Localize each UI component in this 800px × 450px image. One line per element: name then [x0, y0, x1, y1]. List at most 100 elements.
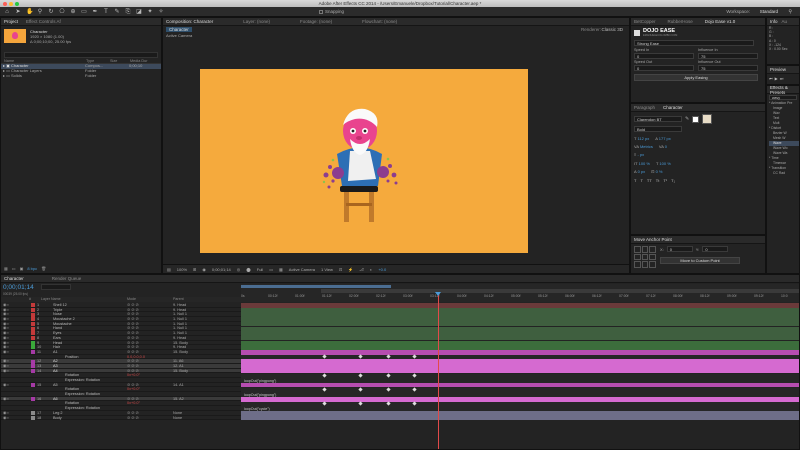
tsume-value[interactable]: 0 % [656, 169, 663, 174]
visibility-switches[interactable]: ◉ ▪ [1, 397, 29, 401]
visibility-switches[interactable]: ◉ ▪ [1, 303, 29, 307]
layer-switches[interactable]: ⊘ ⊘ ⊘ [127, 308, 173, 312]
label-color-swatch[interactable] [31, 312, 35, 317]
layer-name[interactable]: Head [45, 341, 127, 345]
layer-duration-bar[interactable] [241, 415, 799, 421]
faux-bold-button[interactable]: T [634, 178, 636, 183]
layer-switches[interactable]: ⊘ ⊘ ⊘ [127, 303, 173, 307]
influence-out-input[interactable]: 75 [698, 65, 758, 71]
property-value[interactable]: 0x+0.0° [127, 373, 173, 377]
layer-name[interactable]: Eyes [45, 331, 127, 335]
property-value[interactable]: 0x+0.0° [127, 401, 173, 405]
region-icon[interactable]: ▭ [269, 267, 273, 272]
magnification-select[interactable]: 100% [177, 267, 187, 272]
property-value[interactable]: 0x+0.0° [127, 387, 173, 391]
label-color-swatch[interactable] [31, 307, 35, 312]
layer-name[interactable]: Hair [45, 345, 127, 349]
influence-in-input[interactable]: 75 [698, 53, 758, 59]
horizontal-scale-value[interactable]: 100 % [659, 161, 670, 166]
resolution-select[interactable]: Full [257, 267, 263, 272]
layer-name[interactable]: A5 [45, 383, 127, 387]
label-color-swatch[interactable] [31, 382, 35, 387]
play-icon[interactable]: ▶ [775, 76, 778, 81]
visibility-switches[interactable] [1, 378, 29, 382]
zoom-tool-icon[interactable]: ⚲ [37, 9, 43, 15]
layer-switches[interactable]: ⊘ ⊘ ⊘ [127, 359, 173, 363]
label-color-swatch[interactable] [31, 303, 35, 308]
anchor-x-input[interactable]: 0 [666, 246, 693, 252]
tab-timeline-character[interactable]: Character [4, 276, 24, 281]
label-color-swatch[interactable] [31, 364, 35, 369]
tab-character[interactable]: Character [663, 105, 683, 110]
visibility-switches[interactable]: ◉ ▪ [1, 411, 29, 415]
tab-flowchart[interactable]: Flowchart: (none) [362, 19, 397, 24]
time-ruler[interactable]: 0s 00:12f 01:00f 01:12f 02:00f 02:12f 03:00f 03… [241, 284, 799, 302]
visibility-switches[interactable]: ◉ ▪ [1, 341, 29, 345]
comp-canvas[interactable] [200, 69, 528, 253]
tab-audio[interactable]: Au [782, 19, 788, 24]
interpret-footage-icon[interactable]: ▦ [4, 266, 8, 271]
speed-in-input[interactable]: 0 [634, 53, 694, 59]
visibility-switches[interactable]: ◉ ▪ [1, 369, 29, 373]
label-color-swatch[interactable] [31, 359, 35, 364]
superscript-button[interactable]: T¹ [663, 178, 667, 183]
layer-name[interactable]: Leg 2 [45, 411, 127, 415]
pen-tool-icon[interactable]: ✒ [92, 9, 98, 15]
grid-icon[interactable]: ⊞ [193, 267, 196, 272]
font-family-select[interactable]: Clarendon BT [634, 116, 682, 122]
trash-icon[interactable]: 🗑 [41, 266, 46, 271]
label-color-swatch[interactable] [31, 397, 35, 402]
ease-preset-select[interactable]: Strong Ease [634, 40, 754, 46]
anchor-grid[interactable] [634, 246, 656, 268]
layer-name[interactable]: Hand [45, 326, 127, 330]
label-color-swatch[interactable] [31, 340, 35, 345]
parent-select[interactable]: 1. Null 1 [173, 312, 187, 316]
fast-preview-icon[interactable]: ⚡ [348, 267, 353, 272]
visibility-switches[interactable]: ◉ ▪ [1, 336, 29, 340]
camera-tool-icon[interactable]: ⎔ [59, 9, 65, 15]
zoom-window-button[interactable] [15, 1, 19, 6]
visibility-switches[interactable]: ◉ ▪ [1, 416, 29, 420]
layer-name[interactable]: A6 [45, 397, 127, 401]
layer-switches[interactable]: ⊘ ⊘ ⊘ [127, 331, 173, 335]
minimize-window-button[interactable] [9, 1, 13, 6]
exposure-value[interactable]: +0.0 [378, 267, 386, 272]
last-frame-icon[interactable]: ⏭ [780, 76, 784, 81]
flowchart-icon[interactable]: ⎇ [359, 267, 364, 272]
vertical-scale-value[interactable]: 100 % [639, 161, 650, 166]
work-area-bar[interactable] [241, 285, 391, 288]
layer-name[interactable]: A1 [45, 350, 127, 354]
brush-tool-icon[interactable]: ✎ [114, 9, 120, 15]
stroke-width-value[interactable]: - px [637, 152, 644, 157]
comp-breadcrumb[interactable]: Character [166, 27, 192, 32]
layer-switches[interactable]: ⊘ ⊘ ⊘ [127, 322, 173, 326]
label-color-swatch[interactable] [31, 411, 35, 416]
track-area[interactable]: loopOut("pingpong") loopOut("pingpong") lo… [241, 303, 799, 449]
transparency-grid-icon[interactable]: ▦ [279, 267, 283, 272]
snapping-toggle[interactable]: Snapping [319, 9, 344, 14]
layer-name[interactable]: Shell 12 [45, 303, 127, 307]
search-help-icon[interactable]: ⚲ [788, 9, 792, 15]
move-to-custom-point-button[interactable]: Move to Custom Point [660, 257, 740, 264]
property-value[interactable]: 0.0,0.0,0.0 [127, 355, 173, 359]
property-name[interactable]: Expression: Rotation [45, 378, 127, 382]
new-comp-icon[interactable]: ▣ [20, 266, 24, 271]
project-row-solids[interactable]: ▸ ▭ Solids Folder [1, 73, 161, 79]
layer-name[interactable]: Moustache 2 [45, 317, 127, 321]
current-time-indicator[interactable] [438, 293, 439, 449]
tab-rubberhose[interactable]: RubberHose [668, 19, 693, 24]
speed-out-input[interactable]: 0 [634, 65, 694, 71]
visibility-switches[interactable]: ◉ ▪ [1, 383, 29, 387]
visibility-switches[interactable]: ◉ ▪ [1, 331, 29, 335]
layer-name[interactable]: A2 [45, 359, 127, 363]
close-window-button[interactable] [3, 1, 7, 6]
visibility-switches[interactable]: ◉ ▪ [1, 345, 29, 349]
renderer-value[interactable]: Classic 3D [601, 27, 623, 32]
visibility-switches[interactable] [1, 355, 29, 359]
apply-easing-button[interactable]: Apply Easing [634, 74, 758, 81]
layer-switches[interactable]: ⊘ ⊘ ⊘ [127, 345, 173, 349]
property-name[interactable]: Rotation [45, 401, 127, 405]
label-color-swatch[interactable] [31, 368, 35, 373]
label-color-swatch[interactable] [31, 345, 35, 350]
parent-select[interactable]: 11. A6 [173, 359, 184, 363]
